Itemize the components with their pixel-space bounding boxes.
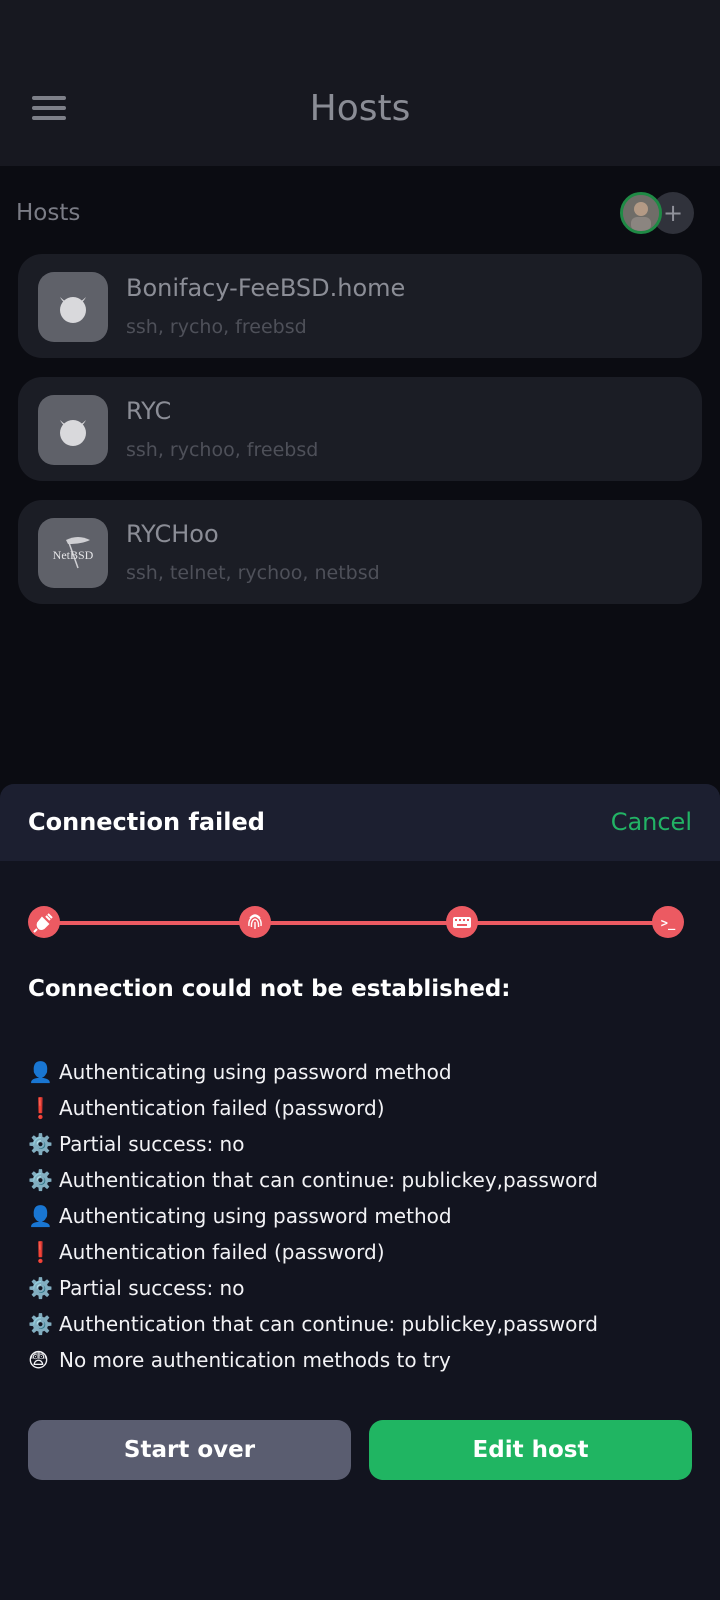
start-over-button[interactable]: Start over (28, 1420, 351, 1480)
host-name: RYCHoo (126, 520, 219, 548)
keyboard-icon (446, 906, 478, 938)
log-text: No more authentication methods to try (59, 1348, 451, 1372)
user-icon: 👤 (28, 1060, 53, 1084)
host-name: RYC (126, 397, 172, 425)
sheet-title: Connection failed (28, 808, 265, 836)
exclamation-icon: ❗ (28, 1240, 53, 1264)
freebsd-icon (38, 395, 108, 465)
progress-line (44, 921, 678, 925)
log-line: ❗ Authentication failed (password) (28, 1234, 708, 1270)
gear-icon: ⚙️ (28, 1132, 53, 1156)
gear-icon: ⚙️ (28, 1168, 53, 1192)
log-line: 👤 Authenticating using password method (28, 1198, 708, 1234)
connection-failed-sheet: Connection failed Cancel >_ Connection c… (0, 784, 720, 1600)
log-text: Authenticating using password method (59, 1204, 452, 1228)
netbsd-logo-text: NetBSD (53, 548, 94, 562)
log-text: Partial success: no (59, 1132, 245, 1156)
host-tags: ssh, rychoo, freebsd (126, 439, 319, 461)
sheet-header: Connection failed Cancel (0, 784, 720, 861)
edit-host-button[interactable]: Edit host (369, 1420, 692, 1480)
avatar[interactable] (620, 192, 662, 234)
gear-icon: ⚙️ (28, 1276, 53, 1300)
log-text: Authentication that can continue: public… (59, 1312, 598, 1336)
log-line: ⚙️ Authentication that can continue: publ… (28, 1306, 708, 1342)
exclamation-icon: ❗ (28, 1096, 53, 1120)
cancel-button[interactable]: Cancel (611, 808, 692, 836)
log-line: ⚙️ Partial success: no (28, 1270, 708, 1306)
gear-icon: ⚙️ (28, 1312, 53, 1336)
connection-log: 👤 Authenticating using password method ❗ A… (28, 1054, 708, 1378)
plug-icon (28, 906, 60, 938)
hosts-section-label: Hosts (16, 200, 81, 226)
log-text: Authentication failed (password) (59, 1240, 385, 1264)
log-text: Authenticating using password method (59, 1060, 452, 1084)
log-line: ❗ Authentication failed (password) (28, 1090, 708, 1126)
log-line: ⚙️ Partial success: no (28, 1126, 708, 1162)
fingerprint-icon (239, 906, 271, 938)
terminal-icon-text: >_ (661, 916, 676, 931)
freebsd-icon (38, 272, 108, 342)
log-line: 👤 Authenticating using password method (28, 1054, 708, 1090)
app-bar: Hosts (0, 0, 720, 166)
host-tags: ssh, telnet, rychoo, netbsd (126, 562, 380, 584)
host-name: Bonifacy-FeeBSD.home (126, 274, 406, 302)
error-heading: Connection could not be established: (28, 976, 511, 1002)
host-card[interactable]: NetBSD RYCHoo ssh, telnet, rychoo, netbs… (18, 500, 702, 604)
log-text: Authentication failed (password) (59, 1096, 385, 1120)
netbsd-icon: NetBSD (38, 518, 108, 588)
user-icon: 👤 (28, 1204, 53, 1228)
page-title: Hosts (309, 88, 411, 129)
log-line: ⚙️ Authentication that can continue: publ… (28, 1162, 708, 1198)
host-card[interactable]: Bonifacy-FeeBSD.home ssh, rycho, freebsd (18, 254, 702, 358)
fearful-face-icon: 😨 (28, 1348, 49, 1372)
host-tags: ssh, rycho, freebsd (126, 316, 307, 338)
connection-progress: >_ (28, 906, 694, 940)
log-line: 😨 No more authentication methods to try (28, 1342, 708, 1378)
log-text: Partial success: no (59, 1276, 245, 1300)
host-card[interactable]: RYC ssh, rychoo, freebsd (18, 377, 702, 481)
terminal-icon: >_ (652, 906, 684, 938)
log-text: Authentication that can continue: public… (59, 1168, 598, 1192)
